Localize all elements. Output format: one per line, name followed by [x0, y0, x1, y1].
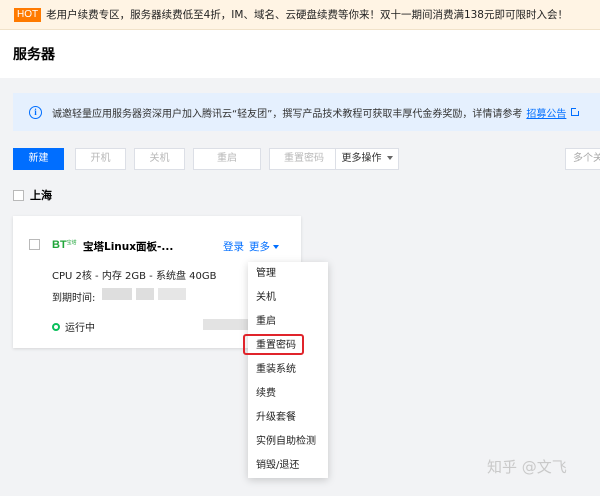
- redacted-ip: [203, 319, 249, 330]
- bt-logo-text: BT: [52, 239, 67, 251]
- power-on-button[interactable]: 开机: [75, 148, 126, 170]
- region-filter[interactable]: 上海: [13, 187, 52, 203]
- menu-item-destroy[interactable]: 销毁/退还: [256, 458, 299, 474]
- more-menu: 管理 关机 重启 重置密码 重装系统 续费 升级套餐 实例自助检测 销毁/退还: [248, 262, 328, 478]
- menu-item-power-off[interactable]: 关机: [256, 290, 276, 306]
- more-dropdown[interactable]: 更多: [249, 239, 279, 254]
- chevron-down-icon: [386, 156, 393, 160]
- highlight-box: [243, 334, 304, 355]
- instance-name[interactable]: 宝塔Linux面板-...: [83, 239, 173, 254]
- region-label: 上海: [30, 189, 52, 202]
- watermark: 知乎 @文飞: [487, 458, 567, 476]
- redacted-expiry: [102, 288, 132, 300]
- more-actions-dropdown[interactable]: 更多操作: [335, 148, 399, 170]
- page-header: 服务器: [0, 30, 600, 78]
- chevron-down-icon: [273, 245, 279, 249]
- more-actions-label: 更多操作: [341, 153, 382, 164]
- login-link[interactable]: 登录: [223, 239, 244, 254]
- more-label: 更多: [249, 241, 270, 253]
- new-button[interactable]: 新建: [13, 148, 64, 170]
- page-title: 服务器: [13, 47, 55, 63]
- menu-item-reinstall[interactable]: 重装系统: [256, 362, 296, 378]
- instance-spec: CPU 2核 - 内存 2GB - 系统盘 40GB: [52, 271, 217, 282]
- info-notice: i 诚邀轻量应用服务器资深用户加入腾讯云“轻友团”，撰写产品技术教程可获取丰厚代…: [13, 93, 600, 131]
- recruit-announcement-link[interactable]: 招募公告: [526, 105, 566, 120]
- status-text: 运行中: [65, 323, 95, 334]
- filter-input[interactable]: 多个关: [565, 148, 600, 170]
- menu-item-self-check[interactable]: 实例自助检测: [256, 434, 316, 450]
- menu-item-upgrade[interactable]: 升级套餐: [256, 410, 296, 426]
- notice-text: 诚邀轻量应用服务器资深用户加入腾讯云“轻友团”，撰写产品技术教程可获取丰厚代金券…: [52, 108, 523, 120]
- power-off-button[interactable]: 关机: [134, 148, 185, 170]
- expiry-label: 到期时间:: [52, 293, 96, 304]
- promo-text[interactable]: 老用户续费专区，服务器续费低至4折，IM、域名、云硬盘续费等你来！双十一期间消费…: [46, 7, 568, 22]
- status-running-icon: [52, 322, 60, 331]
- menu-item-renew[interactable]: 续费: [256, 386, 276, 402]
- menu-item-manage[interactable]: 管理: [256, 266, 276, 282]
- menu-item-restart[interactable]: 重启: [256, 314, 276, 330]
- status-badge: 运行中: [52, 319, 95, 334]
- promo-banner[interactable]: HOT 老用户续费专区，服务器续费低至4折，IM、域名、云硬盘续费等你来！双十一…: [0, 0, 600, 30]
- redacted-expiry: [136, 288, 154, 300]
- external-link-icon[interactable]: [571, 106, 582, 116]
- bt-logo-small-text: 宝塔: [66, 240, 77, 246]
- restart-button[interactable]: 重启: [193, 148, 261, 170]
- region-checkbox[interactable]: [13, 189, 24, 201]
- hot-badge: HOT: [14, 7, 42, 22]
- bt-logo: BT宝塔: [52, 239, 77, 251]
- reset-password-button[interactable]: 重置密码: [269, 148, 339, 170]
- info-icon: i: [29, 105, 42, 119]
- instance-checkbox[interactable]: [29, 239, 40, 250]
- redacted-expiry: [158, 288, 186, 300]
